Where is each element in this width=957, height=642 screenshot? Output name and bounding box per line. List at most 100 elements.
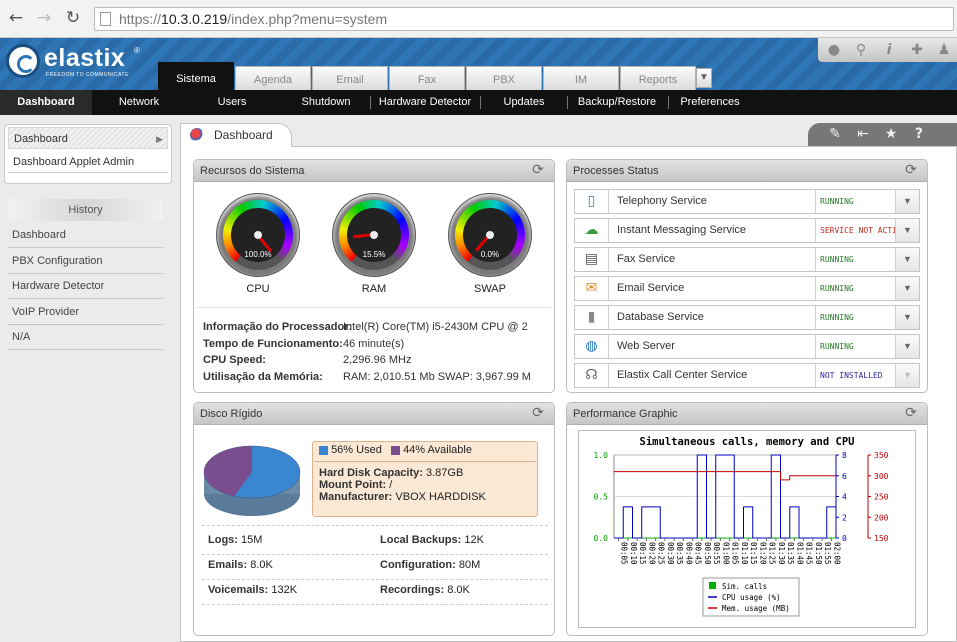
- tab-pbx[interactable]: PBX: [466, 66, 542, 90]
- edit-icon[interactable]: ✎: [824, 125, 846, 143]
- globe-icon: ◍: [575, 335, 609, 358]
- process-row-email: ✉ Email Service RUNNING ▼: [574, 276, 920, 301]
- x-tick-label: 02:00: [832, 542, 841, 565]
- process-row-telephony: ▯ Telephony Service RUNNING ▼: [574, 189, 920, 214]
- history-item[interactable]: Hardware Detector: [8, 274, 163, 299]
- elastix-logo[interactable]: elastix ® FREEDOM TO COMMUNICATE: [6, 44, 156, 86]
- cpu-tick-label: 8: [842, 451, 847, 460]
- memory-tick-label: 350: [874, 451, 889, 460]
- disk-stat-logs: Logs: 15M: [208, 534, 263, 546]
- x-tick-label: 01:05: [731, 542, 740, 565]
- submenu-preferences[interactable]: Preferences: [676, 90, 744, 115]
- info-icon[interactable]: i: [877, 41, 901, 59]
- forward-icon[interactable]: →: [34, 8, 54, 28]
- cpu-info-label: Informação do Processador:: [203, 321, 353, 333]
- process-row-instant-messaging: ☁ Instant Messaging Service SERVICE NOT …: [574, 218, 920, 243]
- x-tick-label: 00:25: [657, 542, 666, 565]
- disk-stat-configuration: Configuration: 80M: [380, 559, 481, 571]
- reload-icon[interactable]: ↻: [63, 8, 83, 28]
- disk-stat-emails: Emails: 8.0K: [208, 559, 273, 571]
- disk-manufacturer: Manufacturer: VBOX HARDDISK: [319, 491, 486, 503]
- x-tick-label: 00:50: [703, 542, 712, 565]
- memory-tick-label: 200: [874, 513, 889, 522]
- refresh-icon[interactable]: ⟳: [530, 405, 546, 421]
- process-row-web-server: ◍ Web Server RUNNING ▼: [574, 334, 920, 359]
- panel-title: Recursos do Sistema: [194, 160, 554, 182]
- process-row-fax: ▤ Fax Service RUNNING ▼: [574, 247, 920, 272]
- submenu-backup-restore[interactable]: Backup/Restore: [574, 90, 660, 115]
- chevron-down-icon[interactable]: ▼: [895, 190, 919, 213]
- headset-icon: ☊: [575, 364, 609, 387]
- tab-im[interactable]: IM: [543, 66, 619, 90]
- panel-title: Disco Rígido: [194, 403, 554, 425]
- x-tick-label: 00:05: [620, 542, 629, 565]
- chevron-down-icon[interactable]: ▼: [895, 248, 919, 271]
- x-tick-label: 01:10: [740, 542, 749, 565]
- submenu-dashboard[interactable]: Dashboard: [0, 90, 92, 115]
- tab-dashboard[interactable]: Dashboard: [180, 123, 292, 147]
- performance-chart: Simultaneous calls, memory and CPU 0.0 0.…: [578, 430, 916, 628]
- disk-stat-voicemails: Voicemails: 132K: [208, 584, 298, 596]
- sidebar-toggle-icon[interactable]: ⇤: [852, 125, 874, 143]
- submenu-shutdown[interactable]: Shutdown: [287, 90, 365, 115]
- user-icon[interactable]: ♟: [932, 41, 956, 59]
- cpu-speed-value: 2,296.96 MHz: [343, 354, 412, 366]
- refresh-icon[interactable]: ⟳: [530, 162, 546, 178]
- submenu-users[interactable]: Users: [193, 90, 271, 115]
- x-tick-label: 01:40: [795, 542, 804, 565]
- chevron-down-icon[interactable]: ▼: [895, 364, 919, 387]
- tab-fax[interactable]: Fax: [389, 66, 465, 90]
- address-bar[interactable]: https://10.3.0.219/index.php?menu=system: [94, 7, 954, 31]
- back-icon[interactable]: ←: [6, 8, 26, 28]
- history-header: History: [8, 199, 163, 221]
- x-tick-label: 00:10: [629, 542, 638, 565]
- help-icon[interactable]: ?: [908, 125, 930, 143]
- submenu-hardware-detector[interactable]: Hardware Detector: [374, 90, 476, 115]
- fax-icon: ▤: [575, 248, 609, 271]
- x-tick-label: 00:45: [694, 542, 703, 565]
- chevron-down-icon[interactable]: ▼: [696, 68, 712, 88]
- chevron-down-icon[interactable]: ▼: [895, 335, 919, 358]
- chevron-down-icon[interactable]: ▼: [895, 277, 919, 300]
- legend-label: Mem. usage (MB): [722, 604, 790, 613]
- tab-agenda[interactable]: Agenda: [235, 66, 311, 90]
- disk-stat-local-backups: Local Backups: 12K: [380, 534, 484, 546]
- email-icon: ✉: [575, 277, 609, 300]
- gauge-label: RAM: [361, 283, 387, 295]
- x-tick-label: 01:45: [805, 542, 814, 565]
- tab-reports[interactable]: Reports: [620, 66, 696, 90]
- x-tick-label: 00:30: [666, 542, 675, 565]
- cpu-info-value: Intel(R) Core(TM) i5-2430M CPU @ 2: [343, 321, 528, 333]
- refresh-icon[interactable]: ⟳: [903, 405, 919, 421]
- uptime-value: 46 minute(s): [343, 338, 405, 350]
- sidebar-item-dashboard[interactable]: Dashboard ▶: [8, 127, 168, 149]
- disk-mount-point: Mount Point: /: [319, 479, 393, 491]
- x-tick-label: 01:35: [786, 542, 795, 565]
- chevron-down-icon[interactable]: ▼: [895, 306, 919, 329]
- cpu-tick-label: 2: [842, 513, 847, 522]
- legend-label: CPU usage (%): [722, 593, 781, 602]
- chevron-down-icon[interactable]: ▼: [895, 219, 919, 242]
- x-tick-label: 01:20: [758, 542, 767, 565]
- star-icon[interactable]: ★: [880, 125, 902, 143]
- search-icon[interactable]: ⚲: [849, 41, 873, 59]
- sidebar-item-dashboard-applet-admin[interactable]: Dashboard Applet Admin: [8, 151, 168, 173]
- page-icon: [100, 12, 111, 26]
- history-item[interactable]: VoIP Provider: [8, 300, 163, 325]
- history-item[interactable]: PBX Configuration: [8, 249, 163, 274]
- submenu-updates[interactable]: Updates: [490, 90, 558, 115]
- puzzle-icon[interactable]: ✚: [905, 41, 929, 59]
- history-item[interactable]: N/A: [8, 325, 163, 350]
- tab-email[interactable]: Email: [312, 66, 388, 90]
- drop-icon[interactable]: ●: [822, 41, 846, 59]
- dashboard-icon: [190, 128, 204, 142]
- refresh-icon[interactable]: ⟳: [903, 162, 919, 178]
- history-item[interactable]: Dashboard: [8, 223, 163, 248]
- submenu-network[interactable]: Network: [100, 90, 178, 115]
- cpu-tick-label: 0: [842, 534, 847, 543]
- x-tick-label: 01:25: [768, 542, 777, 565]
- process-row-call-center: ☊ Elastix Call Center Service NOT INSTAL…: [574, 363, 920, 388]
- tab-sistema[interactable]: Sistema: [158, 62, 234, 90]
- x-tick-label: 00:15: [638, 542, 647, 565]
- x-tick-label: 01:00: [721, 542, 730, 565]
